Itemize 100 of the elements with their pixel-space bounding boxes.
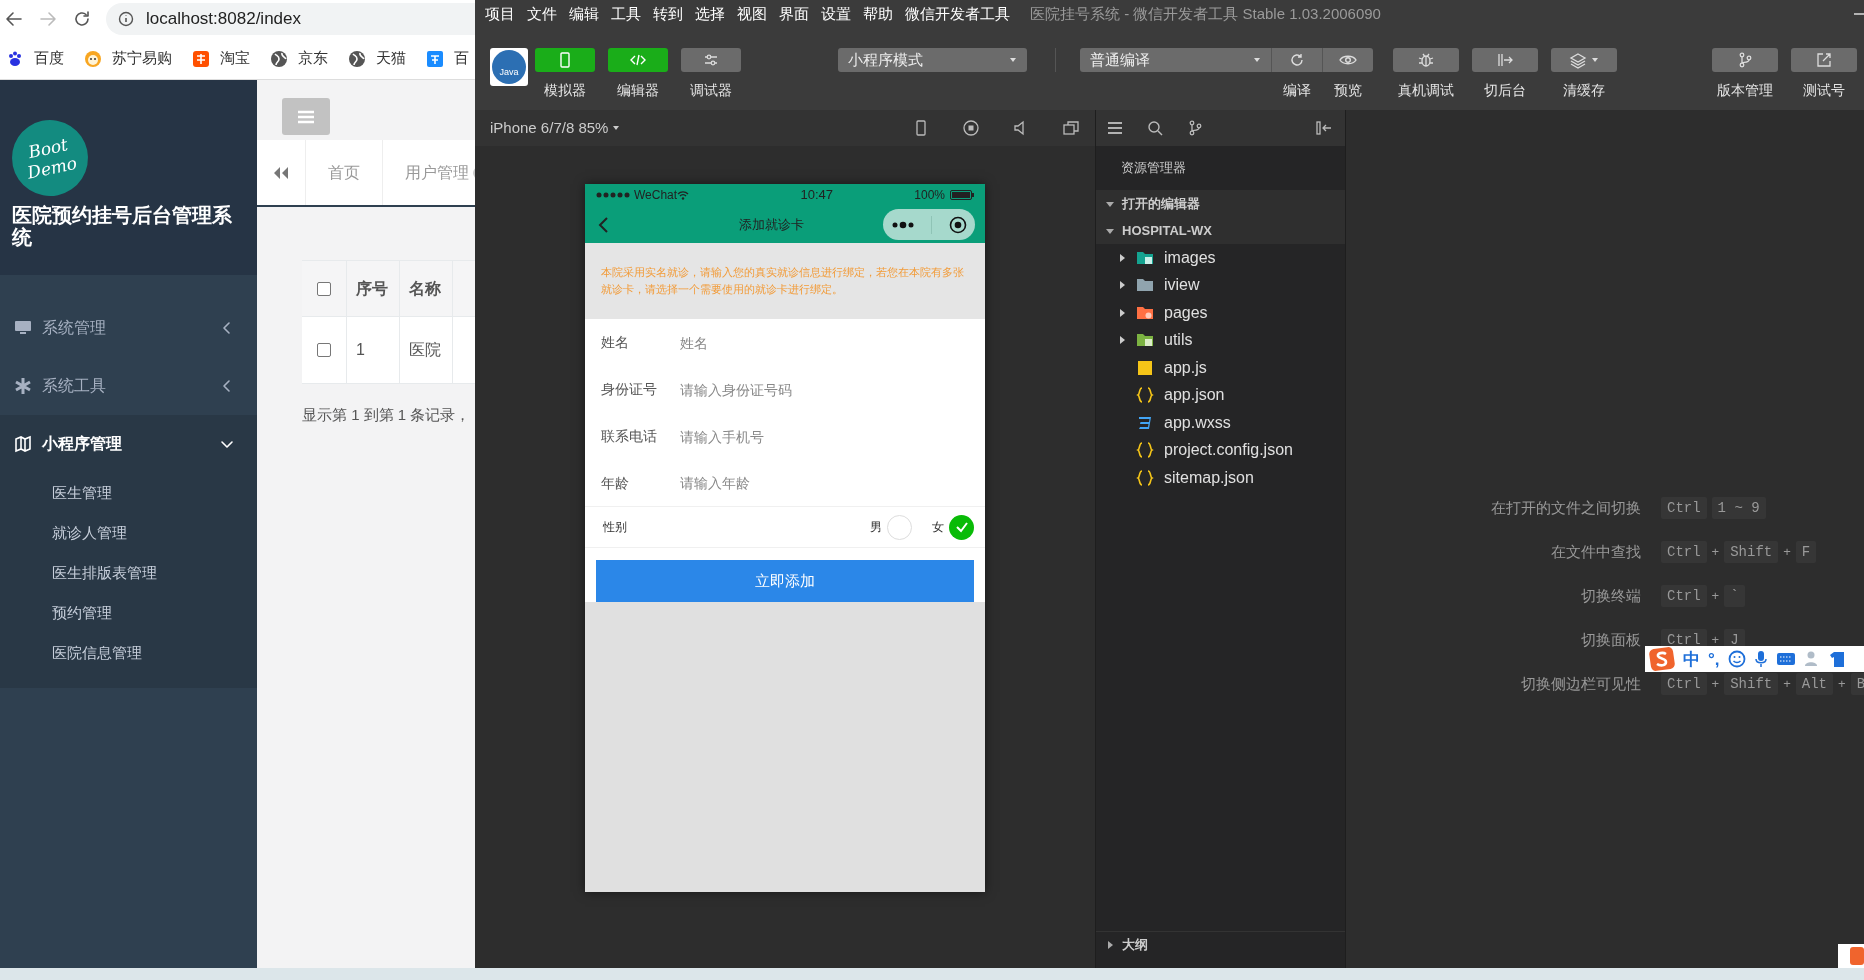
shortcut-label: 切换面板 [1580, 629, 1641, 650]
file-item[interactable]: app.wxss [1096, 409, 1345, 437]
layers-button[interactable] [1551, 48, 1617, 72]
page-title: 添加就诊卡 [737, 215, 804, 234]
menu-item[interactable]: 文件 [527, 2, 557, 26]
sidebar-item[interactable]: 系统工具 [0, 357, 257, 415]
ime-toggle[interactable]: 中 [1683, 650, 1700, 668]
field-label: 联系电话 [601, 427, 658, 446]
bookmark[interactable]: 苏宁易购 [84, 47, 172, 70]
microphone-icon[interactable] [1753, 650, 1768, 668]
bookmark[interactable]: 京东 [270, 47, 328, 70]
menu-item[interactable]: 工具 [611, 2, 641, 26]
compile-dropdown[interactable]: 普通编译 [1080, 48, 1271, 72]
key-cap: Alt [1795, 673, 1834, 695]
menu-item[interactable]: 转到 [653, 2, 683, 26]
asterisk-icon [14, 377, 32, 395]
list-icon[interactable] [1106, 119, 1124, 137]
submit-button[interactable]: 立即添加 [596, 560, 974, 602]
more-icon[interactable] [891, 220, 914, 229]
submenu-item[interactable]: 就诊人管理 [0, 513, 257, 553]
menu-item[interactable]: 帮助 [863, 2, 893, 26]
checkbox[interactable] [317, 343, 331, 357]
submenu-item[interactable]: 医院信息管理 [0, 633, 257, 673]
plus-sign: + [1838, 675, 1846, 694]
input-field[interactable]: 请输入身份证号码 [680, 366, 985, 413]
smile-icon[interactable] [1727, 650, 1746, 668]
input-field[interactable]: 姓名 [680, 319, 985, 366]
reload-icon[interactable] [72, 9, 92, 29]
ime-toggle[interactable]: °, [1708, 650, 1720, 668]
section-header[interactable]: 打开的编辑器 [1096, 190, 1345, 217]
back-icon[interactable] [4, 9, 24, 29]
eye-button[interactable] [1322, 48, 1373, 72]
menu-item[interactable]: 项目 [485, 2, 515, 26]
search-icon[interactable] [1146, 119, 1164, 137]
s-logo-icon[interactable] [1649, 647, 1675, 671]
input-field[interactable]: 请输入年龄 [680, 460, 985, 506]
file-item[interactable]: utils [1096, 326, 1345, 354]
windows-icon[interactable] [1062, 119, 1080, 137]
close-circle-icon[interactable] [948, 215, 967, 234]
keyboard-icon[interactable] [1775, 652, 1796, 666]
input-field[interactable]: 请输入手机号 [680, 413, 985, 460]
menu-item[interactable]: 编辑 [569, 2, 599, 26]
face-icon [84, 49, 102, 68]
address-bar[interactable]: localhost:8082/index [106, 3, 475, 35]
bookmark[interactable]: 天猫 [348, 47, 406, 70]
submenu-item[interactable]: 预约管理 [0, 593, 257, 633]
stop-icon[interactable] [962, 119, 980, 137]
toolbar-label: 编译 [1282, 81, 1311, 100]
file-item[interactable]: pages [1096, 299, 1345, 327]
table-cell: 医院 [400, 317, 453, 383]
back-icon[interactable] [597, 215, 609, 234]
panel-title: 资源管理器 [1120, 159, 1187, 178]
toolbar-label: 测试号 [1803, 81, 1845, 100]
file-item[interactable]: app.js [1096, 354, 1345, 382]
menu-icon [296, 108, 316, 125]
toolbar-label: 切后台 [1484, 81, 1526, 100]
sidebar-item[interactable]: 系统管理 [0, 299, 257, 357]
device-selector[interactable]: iPhone 6/7/8 85% [490, 116, 621, 140]
collapse-icon[interactable] [1315, 119, 1333, 137]
checkbox[interactable] [317, 281, 331, 296]
shirt-icon[interactable] [1829, 651, 1844, 667]
submenu-item[interactable]: 医生管理 [0, 473, 257, 513]
file-item[interactable]: sitemap.json [1096, 464, 1345, 492]
refresh-button[interactable] [1271, 48, 1322, 72]
file-item[interactable]: app.json [1096, 381, 1345, 409]
menu-item[interactable]: 微信开发者工具 [905, 2, 1010, 26]
bookmark[interactable]: 百 [426, 47, 469, 70]
bookmark[interactable]: 淘宝 [192, 47, 250, 70]
refresh-icon [1288, 51, 1306, 69]
menu-item[interactable]: 选择 [695, 2, 725, 26]
bug-button[interactable] [1393, 48, 1459, 72]
plus-sign: + [1711, 587, 1720, 606]
map-icon [14, 435, 32, 453]
info-icon[interactable] [118, 11, 134, 27]
file-item[interactable]: images [1096, 244, 1345, 272]
debug-button[interactable] [681, 48, 741, 72]
submenu-item[interactable]: 医生排版表管理 [0, 553, 257, 593]
menu-item[interactable]: 视图 [737, 2, 767, 26]
file-item[interactable]: iview [1096, 271, 1345, 299]
branch-button[interactable] [1712, 48, 1778, 72]
toolbar-label: 清缓存 [1563, 81, 1605, 100]
menu-item[interactable]: 界面 [779, 2, 809, 26]
key-cap: Ctrl [1661, 497, 1707, 519]
shortcut-label: 切换终端 [1580, 585, 1641, 606]
mode-dropdown[interactable]: 小程序模式 [838, 48, 1027, 72]
key-cap: Shift [1724, 673, 1779, 695]
section-header[interactable]: 大纲 [1096, 931, 1345, 958]
toolbar-label: 真机调试 [1398, 81, 1454, 100]
key-cap: B [1850, 673, 1864, 695]
bookmark[interactable]: 百度 [6, 47, 64, 70]
switch-button[interactable] [1472, 48, 1538, 72]
key-cap: 1 ~ 9 [1711, 497, 1766, 519]
file-item[interactable]: project.config.json [1096, 436, 1345, 464]
section-header[interactable]: HOSPITAL-WX [1096, 217, 1345, 244]
js-file-icon [1136, 358, 1154, 377]
external-button[interactable] [1791, 48, 1857, 72]
menu-item[interactable]: 设置 [821, 2, 851, 26]
toolbar-label: 调试器 [690, 81, 732, 100]
battery-icon [950, 190, 974, 200]
external-link-icon [1815, 51, 1833, 69]
